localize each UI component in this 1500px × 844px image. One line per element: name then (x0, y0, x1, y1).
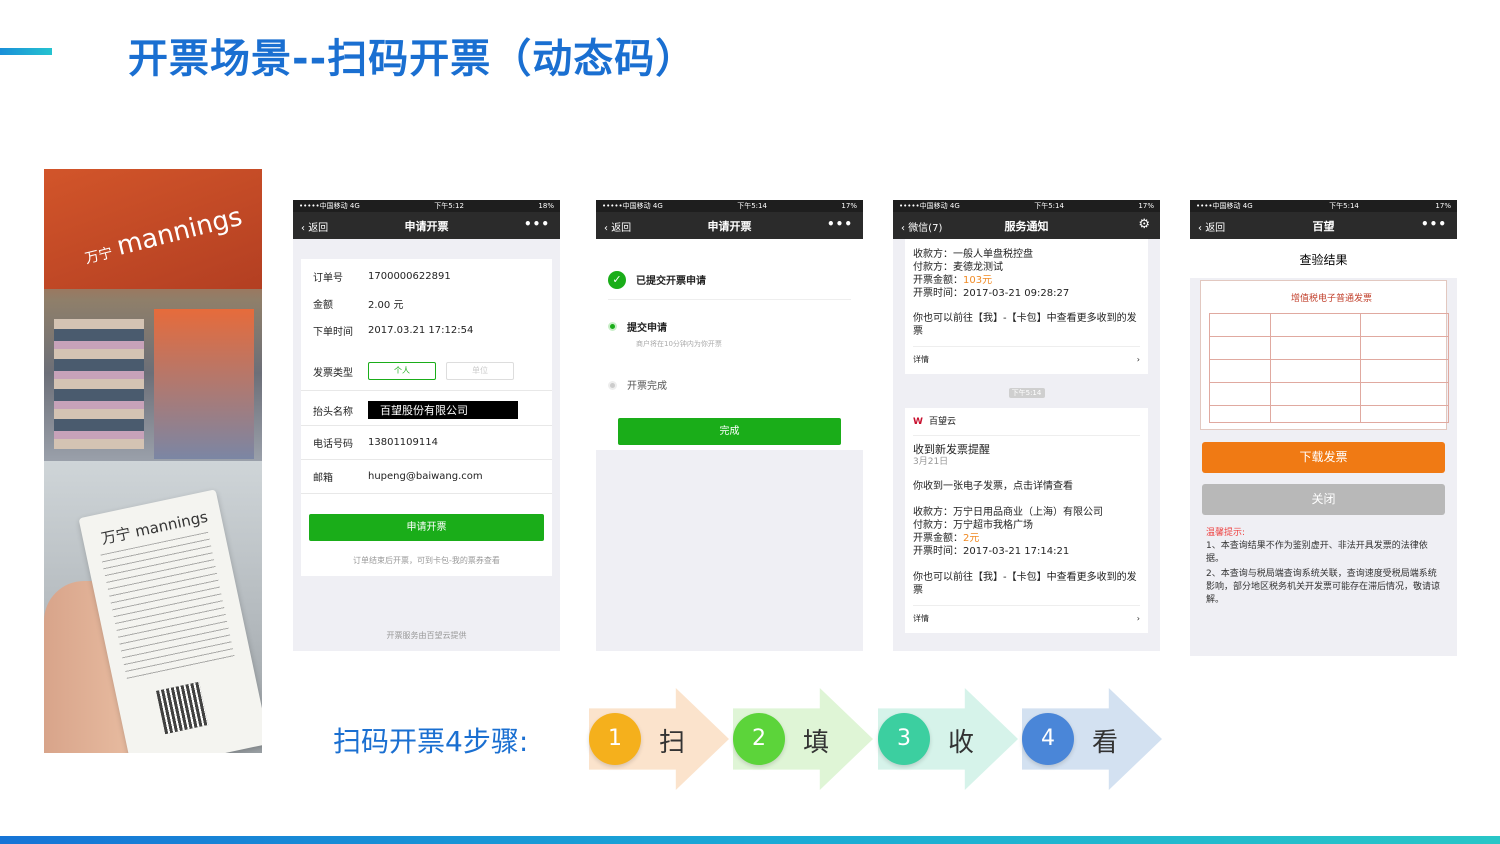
step-number: 2 (733, 713, 785, 765)
step-number: 4 (1022, 713, 1074, 765)
bottom-bar (0, 836, 1500, 844)
download-invoice-button[interactable]: 下载发票 (1202, 442, 1445, 473)
nav-bar: ‹ 返回 百望 ••• (1190, 212, 1457, 239)
apply-invoice-button[interactable]: 申请开票 (309, 514, 544, 541)
store-photo: 万宁mannings (44, 169, 262, 461)
progress-panel: ✓ 已提交开票申请 提交申请 商户将在10分钟内为你开票 开票完成 完成 (596, 239, 863, 450)
nav-title: 申请开票 (707, 219, 752, 233)
invoice-grid (1209, 313, 1449, 423)
sender-row: W 百望云 (913, 416, 1140, 436)
phone-row: 电话号码 13801109114 (301, 426, 552, 460)
phone-input[interactable]: 13801109114 (368, 437, 438, 448)
slide: 开票场景--扫码开票（动态码） 万宁mannings 万宁 mannings •… (0, 0, 1500, 844)
step-word: 填 (803, 728, 830, 758)
nav-title: 百望 (1312, 219, 1335, 233)
detail-link[interactable]: 详情 › (913, 346, 1140, 366)
receipt-qr-code (156, 681, 209, 735)
steps-label: 扫码开票4步骤: (333, 725, 529, 758)
step-complete: 开票完成 (608, 377, 851, 392)
slide-title: 开票场景--扫码开票（动态码） (128, 36, 697, 82)
apply-hint: 订单结束后开票，可到卡包-我的票券查看 (353, 556, 500, 565)
step-number: 1 (589, 713, 641, 765)
warning-2: 2、本查询与税局端查询系统关联，查询速度受税局端系统影响，部分地区税务机关开发票… (1206, 569, 1441, 605)
nav-bar: ‹ 微信(7) 服务通知 ⚙ (893, 212, 1160, 239)
order-row: 订单号 1700000622891 (313, 271, 451, 284)
notification-card-2[interactable]: W 百望云 收到新发票提醒 3月21日 你收到一张电子发票，点击详情查看 收款方：… (905, 408, 1148, 633)
invoice-title: 增值税电子普通发票 (1291, 294, 1373, 304)
email-input[interactable]: hupeng@baiwang.com (368, 471, 483, 482)
chevron-right-icon: › (1136, 614, 1140, 623)
order-card: 订单号 1700000622891 金额 2.00 元 下单时间 2017.03.21… (301, 259, 552, 348)
phone-screen-result: ••••中国移动 4G 下午5:14 17% ‹ 返回 百望 ••• 查验结果 增值… (1190, 200, 1457, 656)
detail-link[interactable]: 详情 › (913, 605, 1140, 625)
result-title: 查验结果 (1190, 239, 1457, 278)
header-input[interactable]: 百望股份有限公司 (368, 401, 518, 419)
invoice-type-row: 发票类型 个人 单位 (301, 356, 552, 391)
step-submit: 提交申请 商户将在10分钟内为你开票 (608, 316, 851, 349)
done-button[interactable]: 完成 (618, 417, 841, 445)
baiwang-logo-icon: W (913, 417, 923, 427)
order-time-row: 下单时间 2017.03.21 17:12:54 (313, 325, 474, 338)
status-bar: ••••中国移动 4G 下午5:14 17% (1190, 200, 1457, 212)
step-2: 2填 (733, 688, 873, 790)
step-word: 扫 (659, 728, 686, 758)
type-company-button[interactable]: 单位 (446, 362, 514, 380)
step-number: 3 (878, 713, 930, 765)
close-button[interactable]: 关闭 (1202, 484, 1445, 515)
pending-step-dot-icon (608, 381, 617, 390)
back-button[interactable]: ‹ 返回 (604, 219, 631, 234)
more-icon[interactable]: ••• (1421, 217, 1447, 231)
warning-1: 1、本查询结果不作为鉴别虚开、非法开具发票的法律依据。 (1206, 541, 1428, 564)
title-accent-bar (0, 48, 52, 55)
notification-card-1[interactable]: 收款方：一般人单盘税控盘 付款方：麦德龙测试 开票金额：103元 开票时间：20… (905, 239, 1148, 374)
nav-title: 服务通知 (1004, 219, 1049, 233)
status-bar: •••••中国移动 4G 下午5:12 18% (293, 200, 560, 212)
store-display (154, 309, 254, 459)
status-bar: •••••中国移动 4G 下午5:14 17% (893, 200, 1160, 212)
service-footer: 开票服务由百望云提供 (386, 631, 467, 640)
nav-bar: ‹ 返回 申请开票 ••• (596, 212, 863, 239)
amount-row: 金额 2.00 元 (313, 300, 404, 311)
time-chip: 下午5:14 (1008, 388, 1045, 398)
check-icon: ✓ (608, 270, 626, 289)
active-step-dot-icon (608, 321, 617, 331)
warning-title: 温馨提示: (1206, 528, 1246, 538)
chevron-right-icon: › (1136, 355, 1140, 364)
invoice-image: 增值税电子普通发票 (1200, 280, 1449, 430)
receipt-text-lines (100, 531, 236, 682)
phone-screen-notification: •••••中国移动 4G 下午5:14 17% ‹ 微信(7) 服务通知 ⚙ 收款方… (893, 200, 1160, 651)
nav-bar: ‹ 返回 申请开票 ••• (293, 212, 560, 239)
invoice-form: 发票类型 个人 单位 抬头名称 百望股份有限公司 电话号码 13801109114 … (301, 348, 552, 576)
back-button[interactable]: ‹ 微信(7) (901, 219, 942, 234)
phone-screen-apply: •••••中国移动 4G 下午5:12 18% ‹ 返回 申请开票 ••• 订单号 1… (293, 200, 560, 651)
header-row: 抬头名称 百望股份有限公司 (301, 391, 552, 426)
phone-screen-submitted: •••••中国移动 4G 下午5:14 17% ‹ 返回 申请开票 ••• ✓ 已提交… (596, 200, 863, 651)
status-bar: •••••中国移动 4G 下午5:14 17% (596, 200, 863, 212)
type-personal-button[interactable]: 个人 (368, 362, 436, 380)
receipt-photo: 万宁 mannings (44, 461, 262, 753)
more-icon[interactable]: ••• (827, 217, 853, 231)
store-shelf (54, 319, 144, 449)
step-4: 4看 (1022, 688, 1162, 790)
nav-title: 申请开票 (404, 219, 449, 233)
back-button[interactable]: ‹ 返回 (301, 219, 328, 234)
back-button[interactable]: ‹ 返回 (1198, 219, 1225, 234)
step-word: 看 (1092, 728, 1119, 758)
email-row: 邮箱 hupeng@baiwang.com (301, 460, 552, 494)
gear-icon[interactable]: ⚙ (1138, 217, 1150, 232)
submitted-row: ✓ 已提交开票申请 (608, 269, 851, 300)
step-3: 3收 (878, 688, 1018, 790)
step-word: 收 (948, 728, 975, 758)
step-1: 1扫 (589, 688, 729, 790)
more-icon[interactable]: ••• (524, 217, 550, 231)
step-hint: 商户将在10分钟内为你开票 (636, 339, 722, 348)
